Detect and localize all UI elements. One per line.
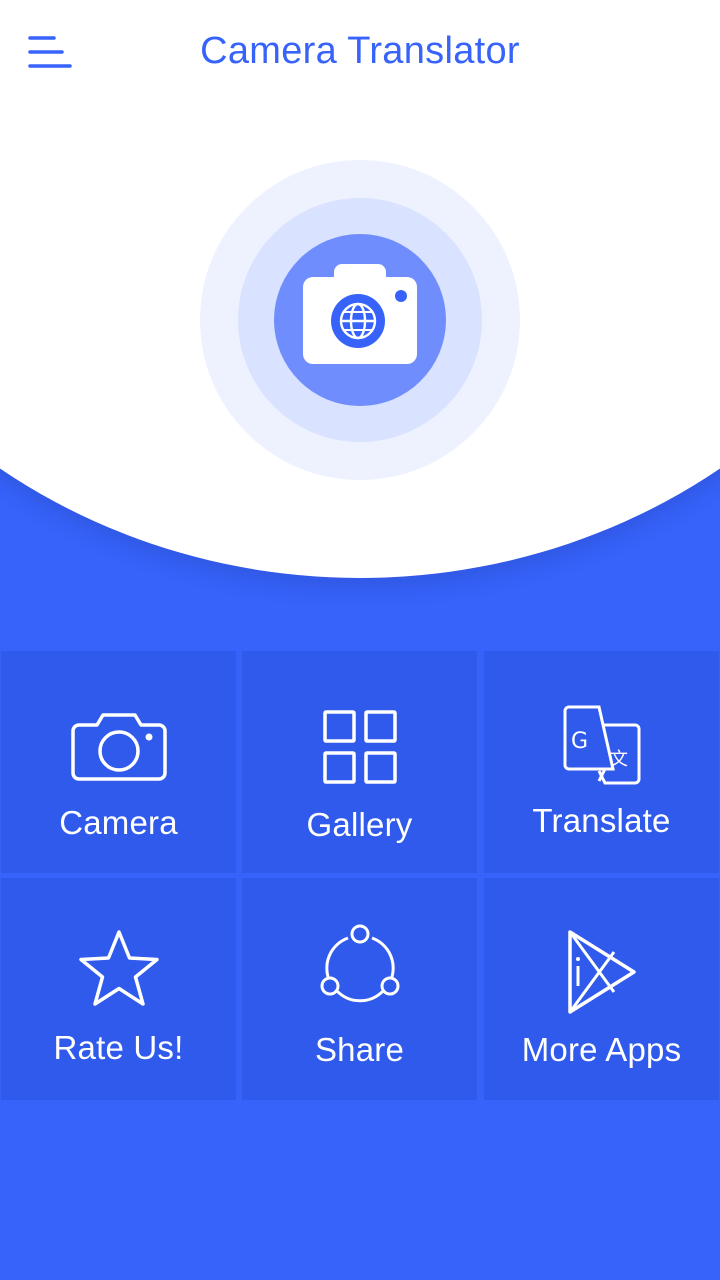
more-apps-label: More Apps — [521, 1031, 682, 1068]
menu-grid: Camera Gallery G 文 Translate Rate Us! Sh… — [0, 651, 720, 1100]
more-apps-tile[interactable]: More Apps — [484, 878, 719, 1100]
gallery-label: Gallery — [306, 806, 413, 843]
share-tile[interactable]: Share — [242, 878, 477, 1100]
camera-globe-icon — [200, 160, 520, 480]
camera-tile[interactable]: Camera — [1, 651, 236, 873]
translate-icon: G 文 — [563, 705, 640, 785]
svg-text:G: G — [571, 729, 588, 754]
translate-tile[interactable]: G 文 Translate — [484, 651, 719, 873]
gallery-tile[interactable]: Gallery — [242, 651, 477, 873]
menu-button[interactable] — [22, 28, 78, 76]
grid-icon — [322, 710, 397, 784]
page-title: Camera Translator — [200, 30, 520, 72]
share-label: Share — [314, 1031, 405, 1068]
rate-us-label: Rate Us! — [53, 1029, 184, 1066]
svg-text:文: 文 — [610, 749, 628, 770]
rate-us-tile[interactable]: Rate Us! — [1, 878, 236, 1100]
camera-label: Camera — [59, 804, 178, 841]
star-icon — [78, 930, 159, 1006]
top-bar: Camera Translator — [0, 0, 720, 104]
translate-label: Translate — [532, 802, 671, 839]
play-store-icon — [567, 930, 636, 1014]
menu-icon — [28, 36, 72, 68]
share-icon — [320, 924, 399, 1003]
camera-icon — [70, 713, 167, 781]
